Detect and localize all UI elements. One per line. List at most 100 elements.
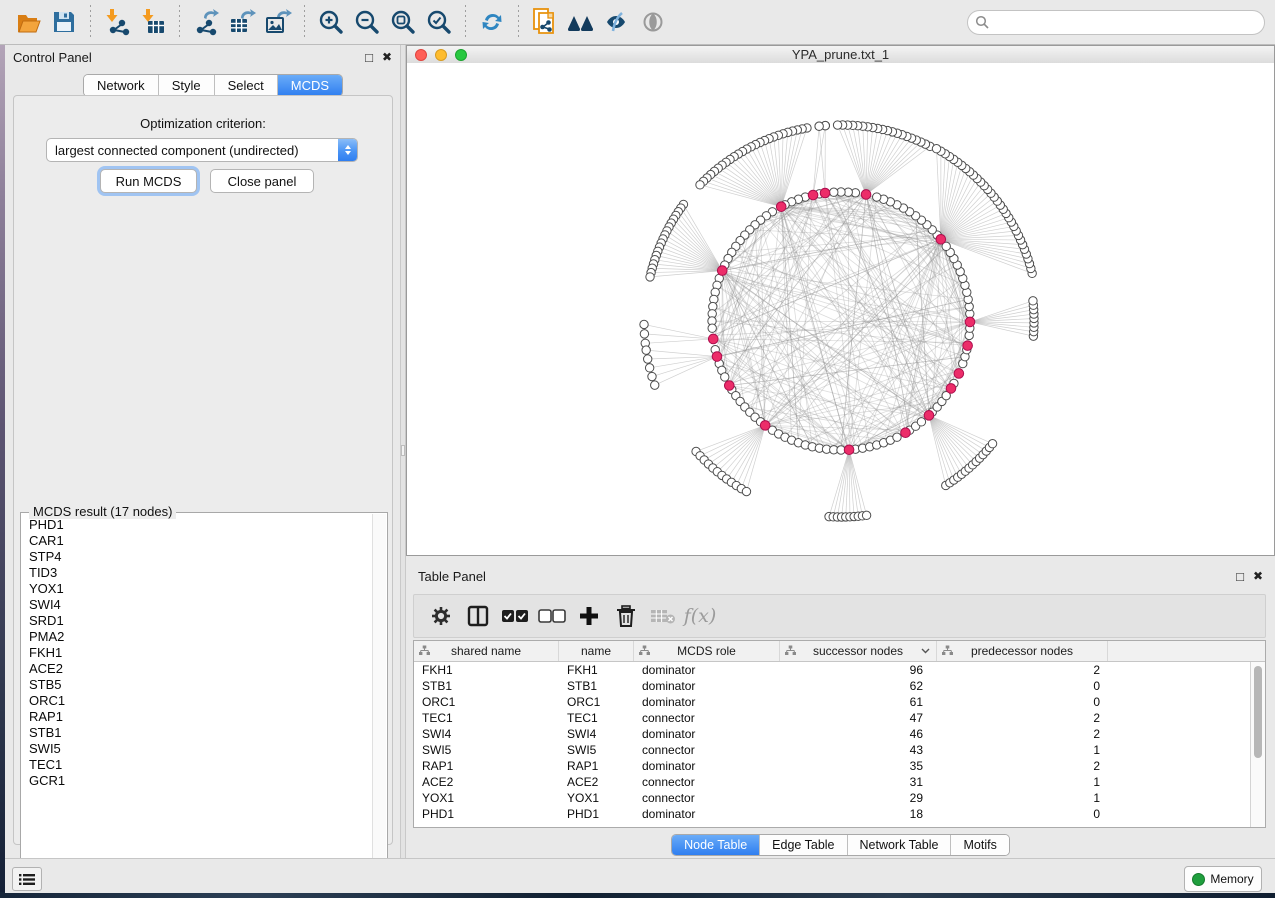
- first-neighbors-icon[interactable]: [566, 7, 596, 37]
- import-table-icon[interactable]: [138, 7, 168, 37]
- table-row[interactable]: TEC1TEC1connector472: [414, 710, 1265, 726]
- tab-mcds[interactable]: MCDS: [278, 75, 342, 96]
- export-table-icon[interactable]: [227, 7, 257, 37]
- select-all-icon[interactable]: [500, 601, 530, 631]
- column-header-MCDS-role[interactable]: MCDS role: [634, 641, 780, 661]
- mcds-result-item[interactable]: STP4: [29, 549, 373, 565]
- mcds-hub-node[interactable]: [954, 369, 964, 379]
- search-box[interactable]: [967, 10, 1265, 35]
- mcds-result-item[interactable]: SWI5: [29, 741, 373, 757]
- mcds-result-item[interactable]: SWI4: [29, 597, 373, 613]
- table-cell: 1: [937, 775, 1108, 789]
- mcds-hub-node[interactable]: [936, 234, 946, 244]
- search-input[interactable]: [994, 14, 1264, 30]
- mcds-result-item[interactable]: GCR1: [29, 773, 373, 789]
- column-header-name[interactable]: name: [559, 641, 634, 661]
- columns-settings-icon[interactable]: [426, 601, 456, 631]
- mcds-result-item[interactable]: TID3: [29, 565, 373, 581]
- tab-node-table[interactable]: Node Table: [672, 835, 760, 855]
- add-column-icon[interactable]: [574, 601, 604, 631]
- column-header-predecessor-nodes[interactable]: predecessor nodes: [937, 641, 1108, 661]
- table-row[interactable]: ORC1ORC1dominator610: [414, 694, 1265, 710]
- criterion-dropdown[interactable]: largest connected component (undirected): [46, 138, 358, 162]
- table-row[interactable]: FKH1FKH1dominator962: [414, 662, 1265, 678]
- column-header-shared-name[interactable]: shared name: [414, 641, 559, 661]
- zoom-out-icon[interactable]: [352, 7, 382, 37]
- splitter-grip[interactable]: [401, 445, 405, 456]
- table-row[interactable]: STB1STB1dominator620: [414, 678, 1265, 694]
- table-scrollbar[interactable]: [1250, 662, 1265, 827]
- mcds-result-item[interactable]: YOX1: [29, 581, 373, 597]
- network-canvas[interactable]: [407, 63, 1274, 555]
- column-label: MCDS role: [677, 644, 736, 658]
- mcds-hub-node[interactable]: [963, 341, 973, 351]
- delete-column-icon[interactable]: [611, 601, 641, 631]
- mcds-hub-node[interactable]: [708, 334, 718, 344]
- optimization-criterion-label: Optimization criterion:: [14, 116, 392, 131]
- mcds-hub-node[interactable]: [924, 411, 934, 421]
- zoom-in-icon[interactable]: [316, 7, 346, 37]
- mcds-hub-node[interactable]: [724, 381, 734, 391]
- refresh-icon[interactable]: [477, 7, 507, 37]
- float-table-panel-icon[interactable]: □: [1236, 570, 1244, 583]
- table-row[interactable]: RAP1RAP1dominator352: [414, 758, 1265, 774]
- show-all-icon[interactable]: [638, 7, 668, 37]
- zoom-selected-icon[interactable]: [424, 7, 454, 37]
- table-row[interactable]: ACE2ACE2connector311: [414, 774, 1265, 790]
- mcds-hub-node[interactable]: [861, 190, 871, 200]
- mcds-hub-node[interactable]: [712, 352, 722, 362]
- toolbar-separator: [465, 5, 466, 39]
- table-row[interactable]: SWI5SWI5connector431: [414, 742, 1265, 758]
- mcds-hub-node[interactable]: [946, 384, 956, 394]
- memory-button[interactable]: Memory: [1184, 866, 1262, 892]
- mcds-hub-node[interactable]: [901, 428, 911, 438]
- table-row[interactable]: SWI4SWI4dominator462: [414, 726, 1265, 742]
- tab-edge-table[interactable]: Edge Table: [760, 835, 847, 855]
- tab-select[interactable]: Select: [215, 75, 278, 96]
- mcds-result-item[interactable]: ACE2: [29, 661, 373, 677]
- mcds-result-item[interactable]: STB5: [29, 677, 373, 693]
- split-table-icon[interactable]: [463, 601, 493, 631]
- float-panel-icon[interactable]: □: [365, 51, 373, 64]
- task-history-button[interactable]: [12, 867, 42, 891]
- mcds-result-item[interactable]: PHD1: [29, 517, 373, 533]
- mcds-hub-node[interactable]: [844, 445, 854, 455]
- network-window-titlebar[interactable]: YPA_prune.txt_1: [407, 46, 1274, 64]
- save-session-icon[interactable]: [49, 7, 79, 37]
- tab-network-table[interactable]: Network Table: [848, 835, 952, 855]
- mcds-result-item[interactable]: FKH1: [29, 645, 373, 661]
- tab-network[interactable]: Network: [84, 75, 159, 96]
- hide-selected-icon[interactable]: [602, 7, 632, 37]
- mcds-hub-node[interactable]: [820, 188, 830, 198]
- table-scrollbar-thumb[interactable]: [1254, 666, 1262, 758]
- table-row[interactable]: YOX1YOX1connector291: [414, 790, 1265, 806]
- export-network-icon[interactable]: [191, 7, 221, 37]
- tab-style[interactable]: Style: [159, 75, 215, 96]
- mcds-hub-node[interactable]: [776, 202, 786, 212]
- mcds-result-item[interactable]: SRD1: [29, 613, 373, 629]
- run-mcds-button[interactable]: Run MCDS: [100, 169, 197, 193]
- mcds-result-item[interactable]: STB1: [29, 725, 373, 741]
- mcds-result-item[interactable]: RAP1: [29, 709, 373, 725]
- mcds-hub-node[interactable]: [808, 190, 818, 200]
- zoom-fit-icon[interactable]: [388, 7, 418, 37]
- close-table-panel-icon[interactable]: ✖: [1253, 570, 1263, 582]
- close-panel-button[interactable]: Close panel: [210, 169, 314, 193]
- mcds-result-item[interactable]: TEC1: [29, 757, 373, 773]
- mcds-result-item[interactable]: CAR1: [29, 533, 373, 549]
- mcds-result-scrollbar[interactable]: [372, 514, 386, 884]
- mcds-hub-node[interactable]: [760, 421, 770, 431]
- mcds-result-item[interactable]: ORC1: [29, 693, 373, 709]
- deselect-all-icon[interactable]: [537, 601, 567, 631]
- mcds-hub-node[interactable]: [717, 266, 727, 276]
- network-from-file-icon[interactable]: [530, 7, 560, 37]
- column-header-successor-nodes[interactable]: successor nodes: [780, 641, 937, 661]
- tab-motifs[interactable]: Motifs: [951, 835, 1008, 855]
- mcds-result-item[interactable]: PMA2: [29, 629, 373, 645]
- import-network-icon[interactable]: [102, 7, 132, 37]
- table-row[interactable]: PHD1PHD1dominator180: [414, 806, 1265, 822]
- mcds-hub-node[interactable]: [965, 317, 975, 327]
- export-image-icon[interactable]: [263, 7, 293, 37]
- close-panel-icon[interactable]: ✖: [382, 51, 392, 63]
- open-file-icon[interactable]: [13, 7, 43, 37]
